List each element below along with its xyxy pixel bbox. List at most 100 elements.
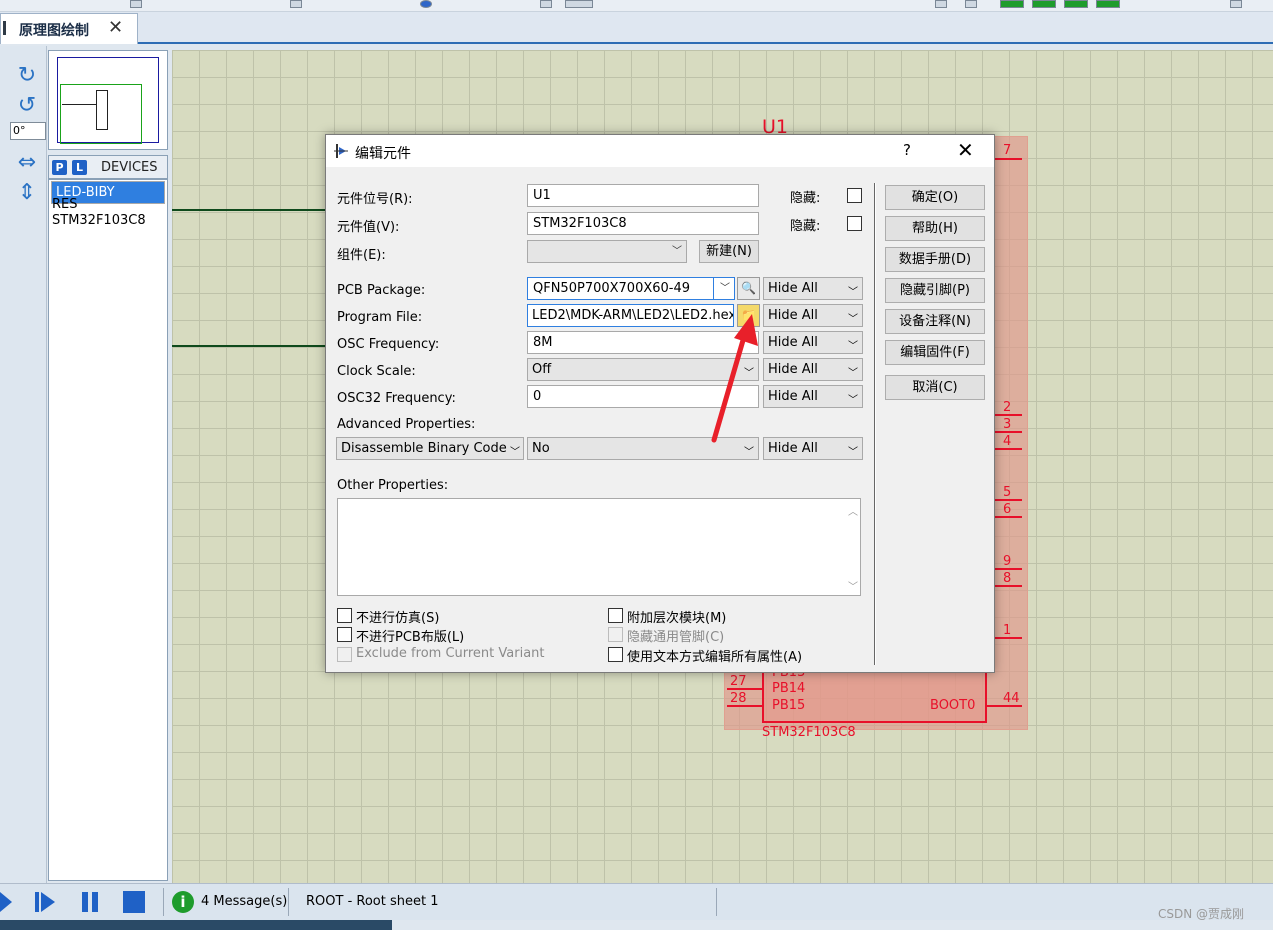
chevron-down-icon: ﹀ bbox=[848, 395, 858, 406]
rotate-counterclockwise-icon[interactable]: ↺ bbox=[14, 95, 40, 117]
sheet-path: ROOT - Root sheet 1 bbox=[306, 894, 439, 909]
chevron-down-icon: ﹀ bbox=[848, 314, 858, 325]
toolbar-strip bbox=[0, 0, 1273, 12]
scroll-up-icon[interactable]: ︿ bbox=[848, 503, 858, 518]
attach-hierarchy-checkbox[interactable] bbox=[608, 608, 623, 623]
hide-common-pins-checkbox bbox=[608, 627, 623, 642]
ref-label: 元件位号(R): bbox=[337, 192, 413, 207]
pcb-package-field[interactable]: QFN50P700X700X60-49 bbox=[527, 277, 734, 300]
pin-number: 5 bbox=[1003, 485, 1012, 500]
dialog-titlebar[interactable]: 编辑元件 ? ✕ bbox=[326, 135, 994, 167]
prop-label: PCB Package: bbox=[337, 283, 426, 298]
new-button[interactable]: 新建(N) bbox=[699, 240, 759, 263]
mirror-vertical-icon[interactable]: ⇕ bbox=[14, 182, 40, 204]
dialog-title: 编辑元件 bbox=[355, 146, 411, 162]
help-icon[interactable]: ? bbox=[903, 141, 911, 159]
info-icon[interactable]: i bbox=[172, 891, 194, 913]
hidden-label: 隐藏: bbox=[790, 219, 821, 234]
tab-schematic[interactable]: 原理图绘制 ✕ bbox=[0, 13, 138, 44]
overview-wire bbox=[62, 104, 96, 105]
watermark: CSDN @贾成刚 bbox=[1158, 907, 1245, 921]
wire bbox=[172, 209, 327, 211]
chevron-down-icon: ﹀ bbox=[848, 447, 858, 458]
divider bbox=[874, 183, 876, 665]
rotate-clockwise-icon[interactable]: ↻ bbox=[14, 65, 40, 87]
component-icon bbox=[334, 144, 348, 158]
binoculars-icon[interactable]: 🔍 bbox=[737, 277, 760, 300]
scroll-down-icon[interactable]: ﹀ bbox=[848, 578, 858, 593]
overview-window[interactable] bbox=[48, 50, 168, 150]
ref-field[interactable]: U1 bbox=[527, 184, 759, 207]
ok-button[interactable]: 确定(O) bbox=[885, 185, 985, 210]
no-pcb-checkbox[interactable] bbox=[337, 627, 352, 642]
prop-label: Clock Scale: bbox=[337, 364, 416, 379]
datasheet-button[interactable]: 数据手册(D) bbox=[885, 247, 985, 272]
prop-label: OSC32 Frequency: bbox=[337, 391, 456, 406]
advanced-property-select[interactable]: Disassemble Binary Code bbox=[336, 437, 524, 460]
other-properties-textarea[interactable]: ︿ ﹀ bbox=[337, 498, 861, 596]
group-select[interactable]: ﹀ bbox=[527, 240, 687, 263]
device-notes-button[interactable]: 设备注释(N) bbox=[885, 309, 985, 334]
other-properties-label: Other Properties: bbox=[337, 478, 449, 493]
message-count[interactable]: 4 Message(s) bbox=[201, 894, 287, 909]
toolbar-icon[interactable] bbox=[1230, 0, 1242, 8]
pin-number: 27 bbox=[730, 674, 747, 689]
close-icon[interactable]: ✕ bbox=[957, 138, 974, 162]
group-label: 组件(E): bbox=[337, 248, 386, 263]
stop-icon[interactable] bbox=[121, 890, 147, 914]
step-icon[interactable] bbox=[33, 890, 59, 914]
toolbar-icon[interactable] bbox=[565, 0, 593, 8]
overview-viewport bbox=[57, 57, 159, 144]
toolbar-icon[interactable] bbox=[290, 0, 302, 8]
hide-value-checkbox[interactable] bbox=[847, 216, 862, 231]
prop-label: OSC Frequency: bbox=[337, 337, 440, 352]
attach-hierarchy-label: 附加层次模块(M) bbox=[627, 611, 727, 626]
cancel-button[interactable]: 取消(C) bbox=[885, 375, 985, 400]
toolbar-icon[interactable] bbox=[1032, 0, 1056, 8]
help-button[interactable]: 帮助(H) bbox=[885, 216, 985, 241]
close-icon[interactable]: ✕ bbox=[108, 17, 123, 38]
exclude-variant-label: Exclude from Current Variant bbox=[356, 646, 545, 661]
toolbar-icon[interactable] bbox=[965, 0, 977, 8]
text-edit-checkbox[interactable] bbox=[608, 647, 623, 662]
chevron-down-icon: ﹀ bbox=[848, 368, 858, 379]
background-image bbox=[0, 920, 392, 930]
rotation-angle-field[interactable]: 0° bbox=[10, 122, 46, 140]
pin-number: 6 bbox=[1003, 502, 1012, 517]
hidden-pins-button[interactable]: 隐藏引脚(P) bbox=[885, 278, 985, 303]
toolbar-icon[interactable] bbox=[540, 0, 552, 8]
pin-number: 2 bbox=[1003, 400, 1012, 415]
pcb-package-dropdown[interactable]: ﹀ bbox=[713, 277, 735, 300]
devices-title: DEVICES bbox=[101, 160, 158, 175]
prop-label: Program File: bbox=[337, 310, 423, 325]
pin-number: 44 bbox=[1003, 691, 1020, 706]
devices-header: P L DEVICES bbox=[48, 155, 168, 179]
play-icon[interactable] bbox=[0, 890, 14, 914]
wire bbox=[172, 345, 327, 347]
separator bbox=[163, 888, 164, 916]
pin-number: 28 bbox=[730, 691, 747, 706]
hidden-label: 隐藏: bbox=[790, 191, 821, 206]
toolbar-icon[interactable] bbox=[420, 0, 432, 8]
list-item[interactable]: RES bbox=[51, 197, 165, 213]
hide-ref-checkbox[interactable] bbox=[847, 188, 862, 203]
library-button[interactable]: L bbox=[72, 160, 87, 175]
no-sim-checkbox[interactable] bbox=[337, 608, 352, 623]
tab-strip bbox=[0, 12, 1273, 44]
toolbar-icon[interactable] bbox=[130, 0, 142, 8]
toolbar-icon[interactable] bbox=[935, 0, 947, 8]
pick-device-button[interactable]: P bbox=[52, 160, 67, 175]
mirror-horizontal-icon[interactable]: ⇔ bbox=[14, 152, 40, 174]
pin-label: PB15 bbox=[772, 698, 806, 713]
component-part-name: STM32F103C8 bbox=[762, 725, 856, 740]
toolbar-icon[interactable] bbox=[1000, 0, 1024, 8]
devices-list: LED-BIBY RES STM32F103C8 bbox=[48, 179, 168, 881]
toolbar-icon[interactable] bbox=[1064, 0, 1088, 8]
pin-number: 1 bbox=[1003, 623, 1012, 638]
toolbar-icon[interactable] bbox=[1096, 0, 1120, 8]
pause-icon[interactable] bbox=[80, 890, 102, 914]
edit-firmware-button[interactable]: 编辑固件(F) bbox=[885, 340, 985, 365]
list-item[interactable]: STM32F103C8 bbox=[51, 213, 165, 229]
value-field[interactable]: STM32F103C8 bbox=[527, 212, 759, 235]
pin-number: 7 bbox=[1003, 143, 1012, 158]
